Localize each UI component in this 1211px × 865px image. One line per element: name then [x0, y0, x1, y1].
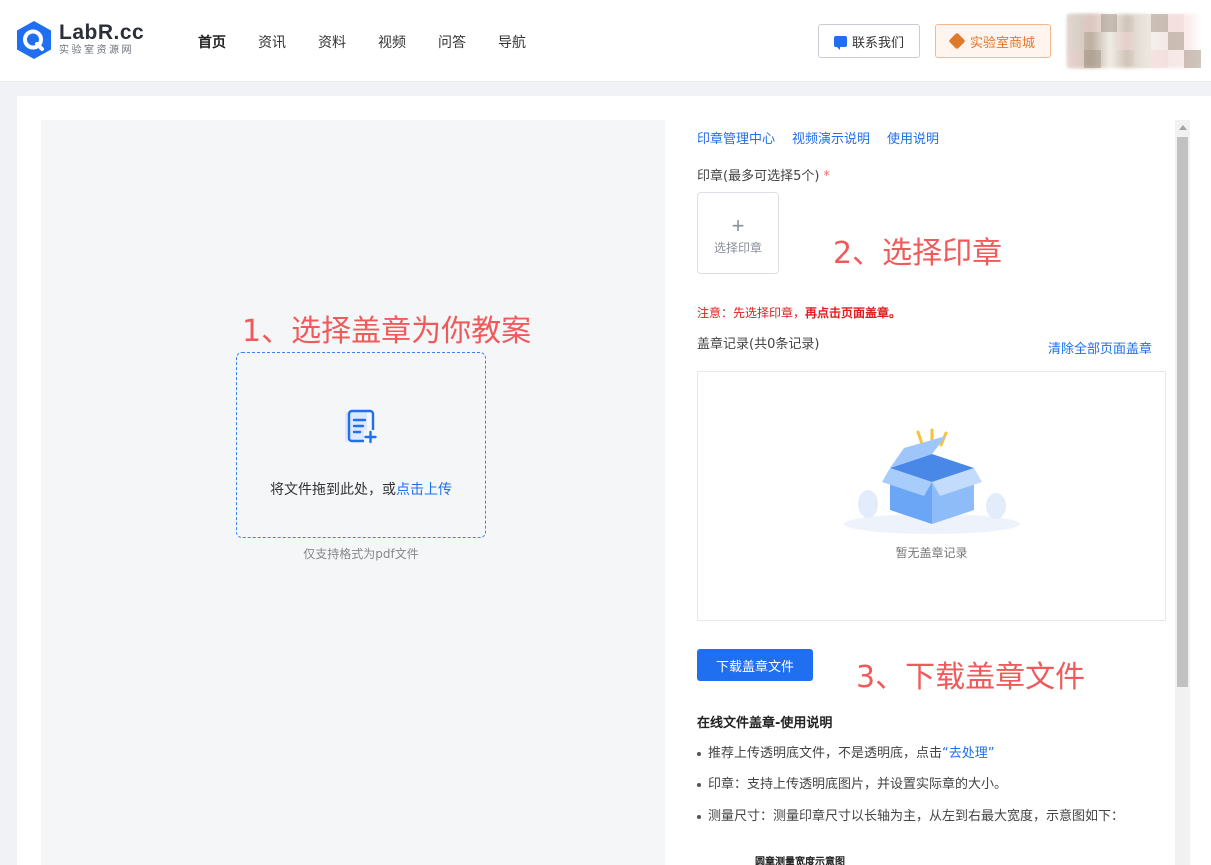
avatar-pixelation	[1067, 14, 1201, 68]
records-label: 盖章记录(共0条记录)	[697, 337, 820, 352]
guide-item-transparent: 推荐上传透明底文件，不是透明底，点击“去处理”	[697, 742, 995, 761]
plus-icon: +	[731, 213, 745, 238]
step3-annotation: 3、下载盖章文件	[856, 660, 1086, 695]
usage-guide-link[interactable]: 使用说明	[887, 128, 939, 147]
video-demo-link[interactable]: 视频演示说明	[792, 128, 870, 147]
format-hint: 仅支持格式为pdf文件	[303, 547, 419, 561]
nav-materials[interactable]: 资料	[318, 32, 378, 52]
lab-shop-button[interactable]: 实验室商城	[935, 24, 1051, 58]
dropzone-text: 将文件拖到此处，或点击上传	[237, 479, 485, 499]
main-content: 1、选择盖章为你教案 将文件拖到此处，或点击上传 仅支持格式为pdf文件 印章管…	[17, 96, 1211, 865]
guide-title: 在线文件盖章-使用说明	[697, 716, 833, 731]
diamond-icon	[948, 32, 966, 50]
guide-item-seal: 印章：支持上传透明底图片，并设置实际章的大小。	[697, 773, 1007, 792]
notice-prefix: 注意：先选择印章，	[697, 306, 806, 320]
scroll-up-arrow-icon[interactable]	[1179, 125, 1187, 130]
guide-item-measure: 测量尺寸：测量印章尺寸以长轴为主，从左到右最大宽度，示意图如下：	[697, 805, 1124, 824]
select-seal-button[interactable]: + 选择印章	[697, 192, 779, 274]
contact-us-label: 联系我们	[851, 35, 904, 51]
bullet-icon	[697, 751, 701, 756]
contact-us-button[interactable]: 联系我们	[818, 24, 920, 58]
required-mark: *	[823, 169, 830, 184]
diagram-title: 圆章测量宽度示意图	[755, 857, 845, 865]
top-header: LabR.cc 实验室资源网 首页 资讯 资料 视频 问答 导航 联系我们 实验…	[0, 0, 1211, 82]
seal-label-text: 印章(最多可选择5个)	[697, 169, 820, 184]
dropzone-instruction: 将文件拖到此处，或	[270, 482, 396, 498]
stamp-records-list: 暂无盖章记录	[697, 371, 1166, 621]
nav-videos[interactable]: 视频	[378, 32, 438, 52]
download-stamped-file-button[interactable]: 下载盖章文件	[697, 649, 813, 681]
nav-navigation[interactable]: 导航	[498, 32, 558, 52]
chat-icon	[833, 35, 847, 50]
empty-records-text: 暂无盖章记录	[895, 546, 968, 560]
clear-all-stamps-link[interactable]: 清除全部页面盖章	[1048, 338, 1152, 357]
bullet-icon	[697, 814, 701, 819]
notice-text: 注意：先选择印章，再点击页面盖章。	[697, 304, 901, 321]
step1-annotation: 1、选择盖章为你教案	[242, 314, 532, 349]
click-upload-link[interactable]: 点击上传	[396, 482, 452, 498]
panel-scrollbar[interactable]	[1175, 120, 1190, 865]
lab-shop-label: 实验室商城	[969, 35, 1035, 51]
nav-home[interactable]: 首页	[198, 32, 258, 52]
seal-field-label: 印章(最多可选择5个) *	[697, 165, 830, 184]
notice-emphasis: 再点击页面盖章。	[805, 306, 902, 320]
logo-title: LabR.cc	[59, 21, 145, 44]
nav-qa[interactable]: 问答	[438, 32, 498, 52]
panel-links: 印章管理中心 视频演示说明 使用说明	[697, 128, 939, 147]
logo-subtitle: 实验室资源网	[59, 45, 134, 56]
scroll-thumb[interactable]	[1177, 137, 1188, 687]
logo-icon	[17, 21, 51, 59]
select-seal-label: 选择印章	[713, 241, 762, 255]
document-preview-area: 1、选择盖章为你教案 将文件拖到此处，或点击上传 仅支持格式为pdf文件	[41, 120, 665, 865]
go-process-link[interactable]: “去处理”	[942, 746, 994, 761]
upload-document-icon	[345, 409, 377, 444]
guide1-text: 推荐上传透明底文件，不是透明底，点击	[708, 746, 943, 761]
guide3-text: 测量尺寸：测量印章尺寸以长轴为主，从左到右最大宽度，示意图如下：	[708, 809, 1125, 824]
step2-annotation: 2、选择印章	[833, 236, 1003, 271]
main-nav: 首页 资讯 资料 视频 问答 导航	[198, 32, 558, 52]
guide2-text: 印章：支持上传透明底图片，并设置实际章的大小。	[708, 777, 1008, 792]
seal-management-link[interactable]: 印章管理中心	[697, 128, 775, 147]
site-logo[interactable]: LabR.cc 实验室资源网	[15, 20, 144, 60]
nav-news[interactable]: 资讯	[258, 32, 318, 52]
upload-dropzone[interactable]: 将文件拖到此处，或点击上传	[236, 352, 486, 538]
bullet-icon	[697, 782, 701, 787]
empty-box-icon	[844, 428, 1020, 534]
